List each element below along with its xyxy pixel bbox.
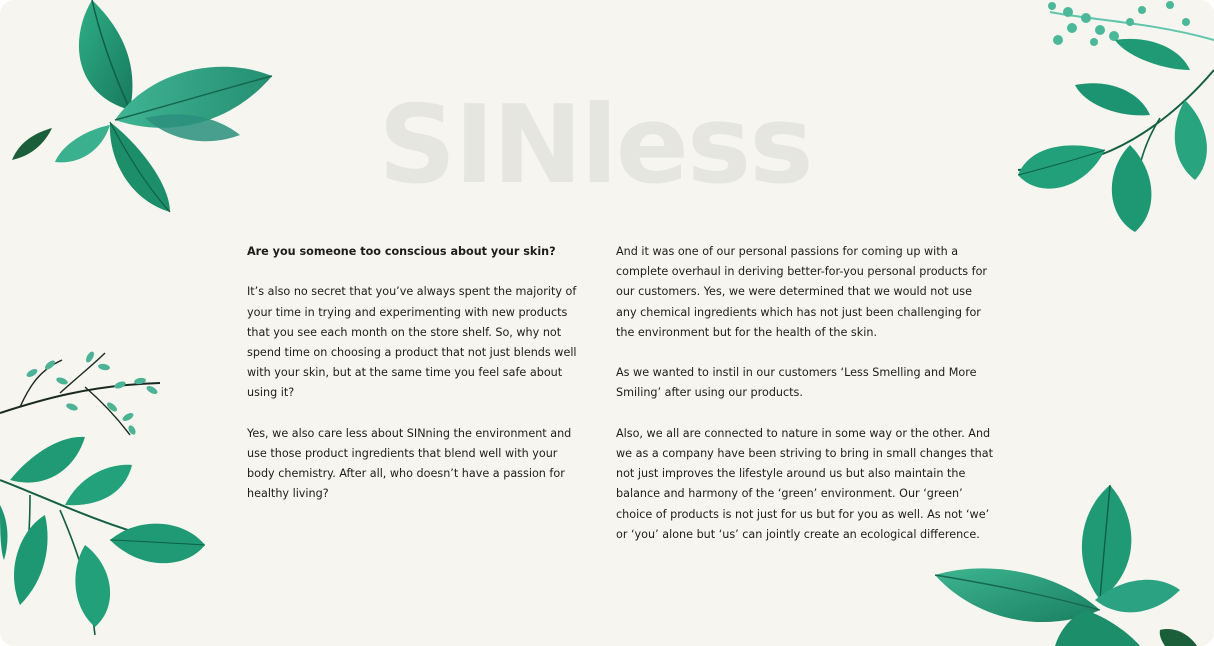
intro-paragraph-2: Yes, we also care less about SINning the…: [247, 426, 572, 501]
mission-paragraph-3: Also, we all are connected to nature in …: [616, 426, 994, 541]
about-page: SINless Are you someone too conscious ab…: [0, 0, 1214, 646]
mission-paragraph-2: As we wanted to instil in our customers …: [616, 366, 977, 400]
mission-paragraph-1: And it was one of our personal passions …: [616, 245, 988, 339]
intro-column-right: And it was one of our personal passions …: [616, 242, 996, 565]
intro-paragraph-1: It’s also no secret that you’ve always s…: [247, 285, 577, 400]
eucalyptus-bottom-left-icon: [0, 351, 206, 636]
intro-column-left: Are you someone too conscious about your…: [247, 242, 577, 525]
brand-watermark: SINless: [378, 83, 813, 208]
intro-heading: Are you someone too conscious about your…: [247, 245, 556, 258]
